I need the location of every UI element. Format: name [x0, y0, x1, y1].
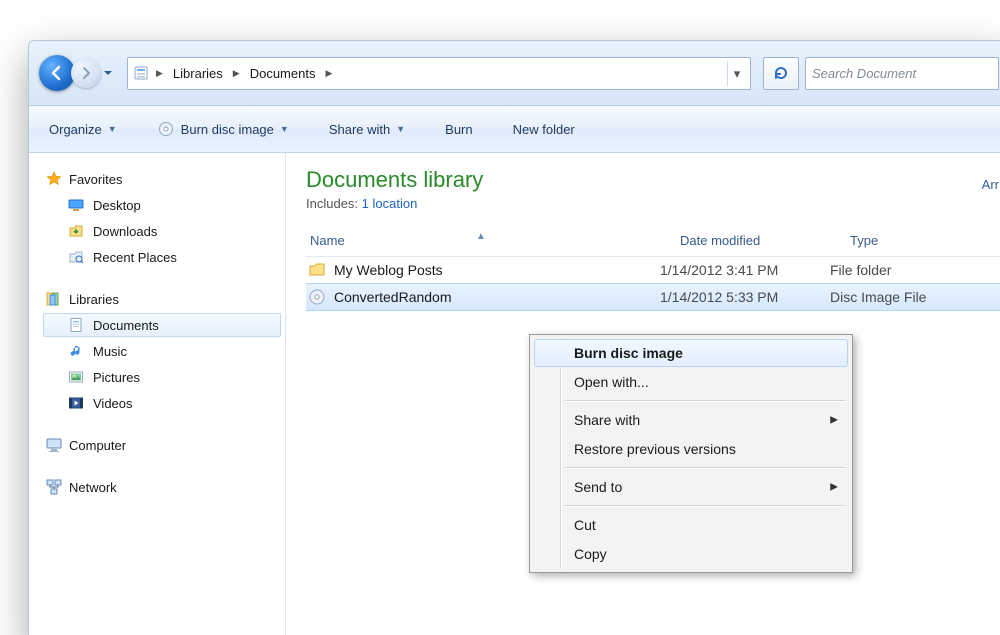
file-date: 1/14/2012 5:33 PM — [660, 289, 830, 305]
disc-icon — [308, 288, 326, 306]
context-menu-item[interactable]: Open with... — [534, 368, 848, 396]
libraries-icon — [45, 290, 63, 308]
context-menu: Burn disc imageOpen with... Share with▶Re… — [529, 334, 853, 573]
context-menu-separator — [564, 505, 846, 507]
sidebar-item-desktop[interactable]: Desktop — [43, 193, 281, 217]
refresh-button[interactable] — [763, 57, 799, 90]
music-icon — [67, 342, 85, 360]
nav-buttons — [39, 55, 115, 91]
computer-icon — [45, 436, 63, 454]
context-menu-item[interactable]: Restore previous versions — [534, 435, 848, 463]
sidebar-item-documents[interactable]: Documents — [43, 313, 281, 337]
command-toolbar: Organize▼ Burn disc image▼ Share with▼ B… — [29, 106, 1000, 153]
context-menu-item[interactable]: Copy — [534, 540, 848, 568]
forward-button[interactable] — [71, 58, 101, 88]
folder-icon — [308, 261, 326, 279]
sidebar-group-libraries[interactable]: Libraries — [43, 287, 281, 311]
sidebar-item-videos[interactable]: Videos — [43, 391, 281, 415]
library-icon — [132, 64, 150, 82]
back-button[interactable] — [39, 55, 75, 91]
disc-icon — [157, 120, 175, 138]
context-menu-separator — [564, 400, 846, 402]
context-menu-item[interactable]: Share with▶ — [534, 406, 848, 434]
file-name: ConvertedRandom — [334, 289, 452, 305]
pictures-icon — [67, 368, 85, 386]
sidebar-item-downloads[interactable]: Downloads — [43, 219, 281, 243]
burn-button[interactable]: Burn — [439, 118, 478, 141]
context-menu-item[interactable]: Burn disc image — [534, 339, 848, 367]
context-menu-item[interactable]: Send to▶ — [534, 473, 848, 501]
address-bar[interactable]: ▶ Libraries ▶ Documents ▶ ▾ — [127, 57, 751, 90]
address-dropdown[interactable]: ▾ — [727, 61, 746, 86]
sort-indicator-icon: ▲ — [476, 231, 486, 242]
page-title: Documents library — [306, 167, 1000, 193]
videos-icon — [67, 394, 85, 412]
file-row[interactable]: ConvertedRandom 1/14/2012 5:33 PMDisc Ima… — [306, 283, 1000, 311]
search-placeholder: Search Document — [812, 66, 916, 81]
network-icon — [45, 478, 63, 496]
file-name: My Weblog Posts — [334, 262, 443, 278]
sidebar-group-favorites[interactable]: Favorites — [43, 167, 281, 191]
navigation-bar: ▶ Libraries ▶ Documents ▶ ▾ Search Docum… — [29, 41, 1000, 106]
column-header-type[interactable]: Type — [850, 233, 1000, 248]
share-with-menu[interactable]: Share with▼ — [323, 118, 411, 141]
includes-line: Includes: 1 location — [306, 196, 1000, 211]
arrange-by[interactable]: Arr — [982, 177, 999, 192]
context-menu-item[interactable]: Cut — [534, 511, 848, 539]
file-list: My Weblog Posts 1/14/2012 3:41 PMFile fol… — [306, 257, 1000, 311]
sidebar-item-pictures[interactable]: Pictures — [43, 365, 281, 389]
submenu-arrow-icon: ▶ — [830, 415, 838, 426]
sidebar-item-music[interactable]: Music — [43, 339, 281, 363]
sidebar-item-recent-places[interactable]: Recent Places — [43, 245, 281, 269]
column-header-date[interactable]: Date modified — [680, 233, 850, 248]
file-type: File folder — [830, 262, 1000, 278]
chevron-right-icon[interactable]: ▶ — [154, 68, 165, 79]
file-date: 1/14/2012 3:41 PM — [660, 262, 830, 278]
column-headers: ▲ Name Date modified Type — [306, 233, 1000, 257]
sidebar-item-network[interactable]: Network — [43, 475, 281, 499]
star-icon — [45, 170, 63, 188]
history-dropdown[interactable] — [101, 56, 115, 90]
downloads-icon — [67, 222, 85, 240]
burn-disc-image-button[interactable]: Burn disc image▼ — [151, 116, 295, 142]
organize-menu[interactable]: Organize▼ — [43, 118, 123, 141]
navigation-pane: Favorites Desktop Downloads Recent Place… — [29, 153, 286, 635]
chevron-right-icon[interactable]: ▶ — [323, 68, 334, 79]
context-menu-separator — [564, 467, 846, 469]
new-folder-button[interactable]: New folder — [507, 118, 581, 141]
file-row[interactable]: My Weblog Posts 1/14/2012 3:41 PMFile fol… — [306, 257, 1000, 283]
column-header-name[interactable]: Name — [306, 233, 680, 248]
includes-link[interactable]: 1 location — [362, 196, 418, 211]
desktop-icon — [67, 196, 85, 214]
chevron-right-icon[interactable]: ▶ — [231, 68, 242, 79]
document-icon — [67, 316, 85, 334]
breadcrumb-item[interactable]: Documents — [246, 59, 320, 88]
submenu-arrow-icon: ▶ — [830, 482, 838, 493]
search-input[interactable]: Search Document — [805, 57, 999, 90]
recent-places-icon — [67, 248, 85, 266]
sidebar-item-computer[interactable]: Computer — [43, 433, 281, 457]
breadcrumb-item[interactable]: Libraries — [169, 59, 227, 88]
file-type: Disc Image File — [830, 289, 1000, 305]
